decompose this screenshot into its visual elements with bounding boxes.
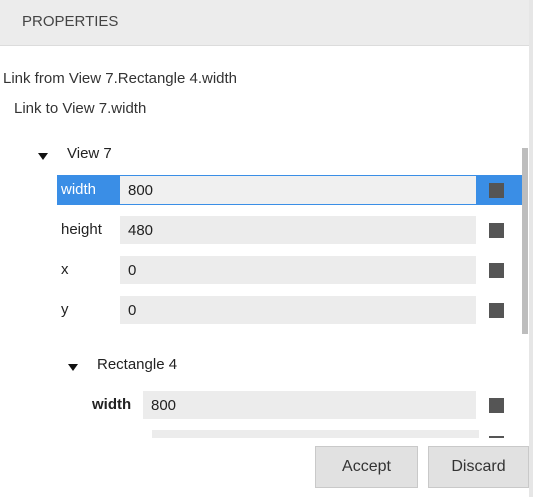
property-row-x[interactable]: x 0 — [57, 255, 522, 285]
panel-divider — [529, 0, 533, 497]
property-row-width[interactable]: width 800 — [57, 175, 522, 205]
property-value: 0 — [128, 302, 137, 319]
property-name: width — [61, 181, 97, 198]
scrollbar[interactable] — [522, 148, 528, 438]
link-toggle-icon[interactable] — [489, 398, 504, 413]
link-toggle-icon[interactable] — [489, 263, 504, 278]
property-value: 800 — [128, 182, 154, 199]
property-row-height[interactable]: height 480 — [57, 215, 522, 245]
property-value: 0 — [128, 262, 137, 279]
link-toggle-icon[interactable] — [489, 183, 504, 198]
caret-down-icon[interactable] — [38, 153, 48, 160]
property-value-field[interactable]: 800 — [120, 176, 476, 204]
property-name: width — [92, 396, 132, 413]
property-name: height — [61, 221, 102, 238]
property-value-field[interactable]: 800 — [143, 391, 476, 419]
link-toggle-icon[interactable] — [489, 223, 504, 238]
property-name: x — [61, 261, 69, 278]
clipped-row — [0, 430, 529, 438]
property-value-field[interactable]: 0 — [120, 296, 476, 324]
property-row-y[interactable]: y 0 — [57, 295, 522, 325]
caret-down-icon[interactable] — [68, 364, 78, 371]
link-to-text: Link to View 7.width — [14, 100, 147, 117]
property-value: 480 — [128, 222, 154, 239]
tree-node-label: Rectangle 4 — [97, 356, 178, 373]
property-value: 800 — [151, 397, 177, 414]
property-name: y — [61, 301, 69, 318]
accept-button[interactable]: Accept — [315, 446, 418, 488]
property-value-field[interactable]: 0 — [120, 256, 476, 284]
properties-header: PROPERTIES — [0, 0, 529, 46]
link-toggle-icon — [489, 436, 504, 438]
discard-button[interactable]: Discard — [428, 446, 529, 488]
property-value-field[interactable]: 480 — [120, 216, 476, 244]
scrollbar-thumb[interactable] — [522, 148, 528, 334]
link-from-text: Link from View 7.Rectangle 4.width — [3, 70, 238, 87]
panel-title: PROPERTIES — [22, 13, 119, 30]
property-value-field — [152, 430, 479, 438]
link-toggle-icon[interactable] — [489, 303, 504, 318]
property-row-width[interactable]: width 800 — [89, 390, 522, 420]
tree-node-label: View 7 — [67, 145, 112, 162]
